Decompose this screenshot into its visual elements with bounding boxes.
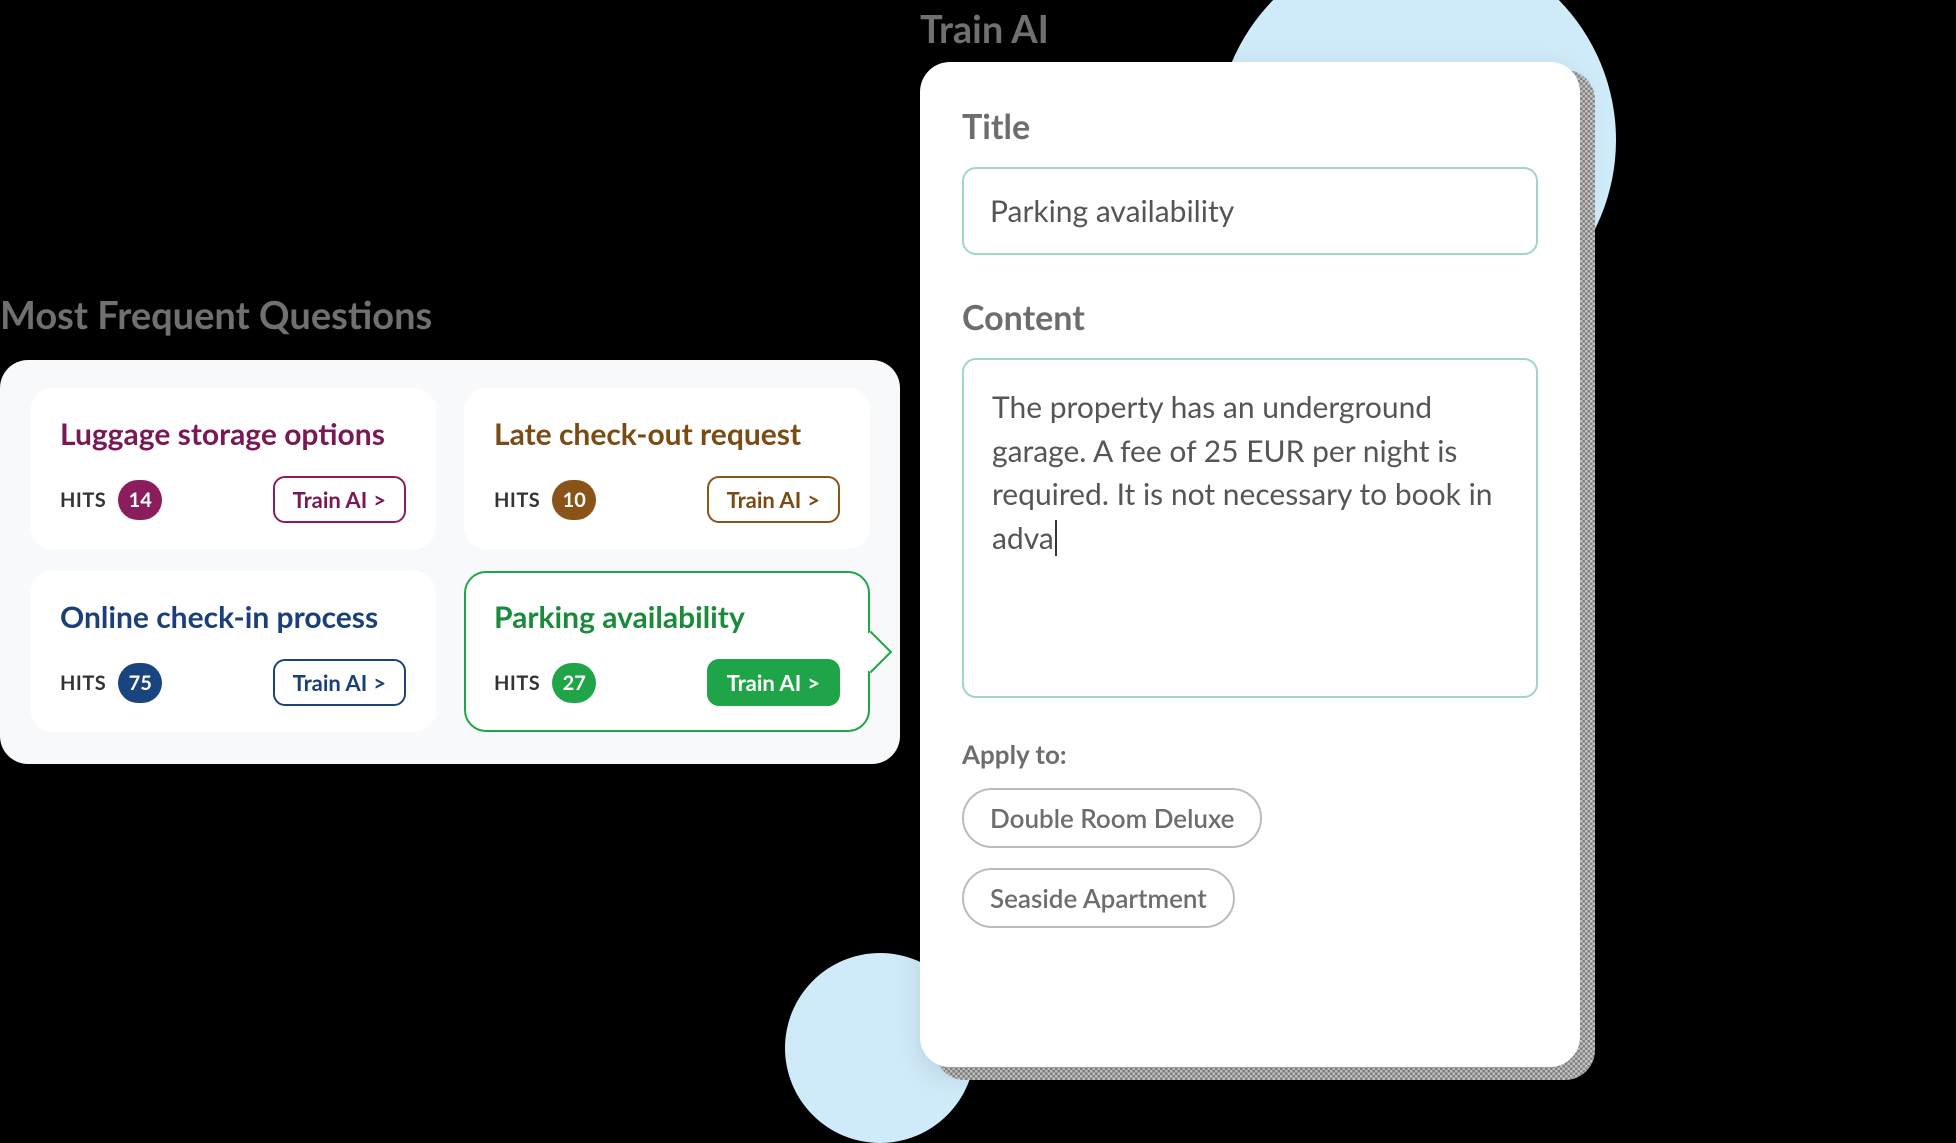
train-ai-heading: Train AI xyxy=(920,6,1049,52)
content-text: The property has an underground garage. … xyxy=(992,389,1493,556)
hits-badge: 10 xyxy=(552,480,596,520)
questions-panel: Luggage storage options HITS 14 Train AI… xyxy=(0,360,900,764)
train-ai-button[interactable]: Train AI > xyxy=(707,476,840,523)
train-ai-panel: Title Content The property has an underg… xyxy=(920,62,1580,1067)
hits-label: HITS xyxy=(494,488,540,512)
apply-chip-seaside[interactable]: Seaside Apartment xyxy=(962,868,1235,928)
content-textarea[interactable]: The property has an underground garage. … xyxy=(962,358,1538,698)
question-card-luggage[interactable]: Luggage storage options HITS 14 Train AI… xyxy=(30,388,436,549)
question-card-online-checkin[interactable]: Online check-in process HITS 75 Train AI… xyxy=(30,571,436,732)
question-title: Luggage storage options xyxy=(60,416,406,452)
chevron-right-icon: > xyxy=(807,486,820,513)
train-ai-button[interactable]: Train AI > xyxy=(273,659,406,706)
chevron-right-icon: > xyxy=(807,669,820,696)
hits-wrap: HITS 14 xyxy=(60,480,162,520)
title-field-label: Title xyxy=(962,106,1538,147)
hits-label: HITS xyxy=(494,671,540,695)
hits-badge: 75 xyxy=(118,663,162,703)
hits-wrap: HITS 10 xyxy=(494,480,596,520)
question-title: Parking availability xyxy=(494,599,840,635)
apply-to-chips: Double Room Deluxe Seaside Apartment xyxy=(962,788,1538,928)
hits-label: HITS xyxy=(60,488,106,512)
hits-wrap: HITS 27 xyxy=(494,663,596,703)
hits-badge: 27 xyxy=(552,663,596,703)
train-ai-label: Train AI xyxy=(293,486,368,513)
most-frequent-questions-heading: Most Frequent Questions xyxy=(0,292,432,338)
train-ai-button[interactable]: Train AI > xyxy=(273,476,406,523)
train-ai-button[interactable]: Train AI > xyxy=(707,659,840,706)
chevron-right-icon: > xyxy=(373,669,386,696)
train-ai-label: Train AI xyxy=(727,486,802,513)
text-cursor-icon xyxy=(1055,520,1057,556)
question-title: Late check-out request xyxy=(494,416,840,452)
question-title: Online check-in process xyxy=(60,599,406,635)
hits-wrap: HITS 75 xyxy=(60,663,162,703)
train-ai-label: Train AI xyxy=(727,669,802,696)
apply-to-label: Apply to: xyxy=(962,738,1538,770)
title-input[interactable] xyxy=(962,167,1538,255)
hits-label: HITS xyxy=(60,671,106,695)
apply-chip-double-room[interactable]: Double Room Deluxe xyxy=(962,788,1262,848)
chevron-right-icon: > xyxy=(373,486,386,513)
content-field-label: Content xyxy=(962,297,1538,338)
train-ai-label: Train AI xyxy=(293,669,368,696)
hits-badge: 14 xyxy=(118,480,162,520)
question-card-late-checkout[interactable]: Late check-out request HITS 10 Train AI … xyxy=(464,388,870,549)
question-card-parking[interactable]: Parking availability HITS 27 Train AI > xyxy=(464,571,870,732)
